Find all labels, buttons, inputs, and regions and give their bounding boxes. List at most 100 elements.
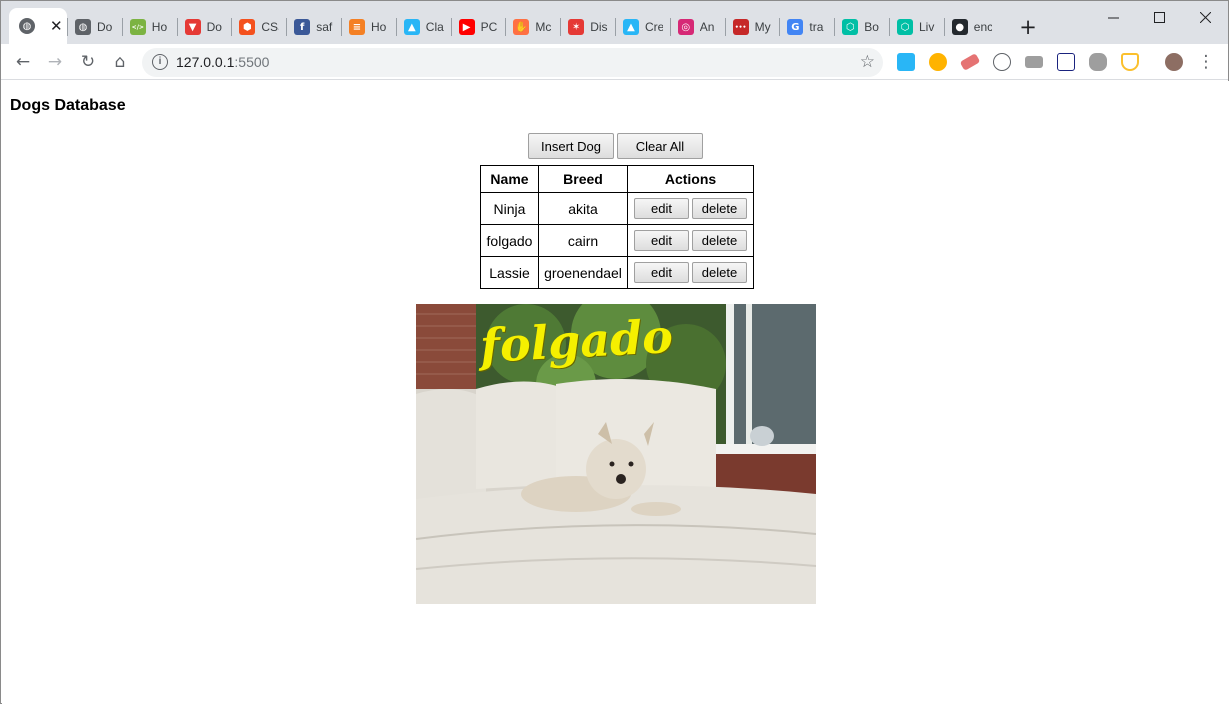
table-row: folgado cairn edit delete [480,224,754,257]
tab-title: CSS [261,20,279,34]
eraser-extension-icon[interactable] [959,53,981,71]
youtube-icon: ▶ [458,19,475,35]
stackoverflow-icon: ≡ [349,19,365,35]
address-bar[interactable]: i 127.0.0.1:5500 ☆ [142,48,883,77]
tab-separator [615,18,616,36]
tab-title: An [699,20,715,34]
browser-tab[interactable]: ✶ Dis [568,10,614,44]
actions-cell: edit delete [627,192,754,225]
tab-title: Cla [425,20,444,34]
dog-name-cell: folgado [480,224,539,257]
tab-title: Cre [645,20,663,34]
dots-icon: ••• [732,19,749,35]
browser-tab[interactable]: ● enc [951,10,998,44]
emoji-extension-icon[interactable] [929,53,947,71]
globe-icon: ◍ [75,19,91,35]
column-header-breed: Breed [538,165,628,193]
edit-button[interactable]: edit [634,230,689,251]
gitlab-like-icon: ▼ [184,19,201,35]
browser-window: ◍ ✕ ◍ Do </> Ho ▼ Do ⬢ CSS fsaf ≡ Ho ▲ Cla ▶ PC ✋ Mc ✶ Dis… [0,0,1229,704]
browser-tab[interactable]: ••• My [732,10,779,44]
maximize-button[interactable] [1136,6,1182,28]
database-extension-icon[interactable] [1089,53,1107,71]
browser-tab[interactable]: ⬢ CSS [239,10,285,44]
browser-tab[interactable]: ◎ An [677,10,724,44]
menu-icon[interactable]: ⋮ [1194,51,1218,73]
dogs-table: Name Breed Actions Ninja akita edit dele… [480,165,754,289]
tab-separator [450,18,452,36]
google-icon: G [787,19,804,35]
tab-title: Bo [864,20,879,34]
avatar[interactable] [1165,53,1183,71]
tab-title: Do [97,20,113,34]
css-shield-icon: ⬢ [239,19,256,35]
insert-dog-button[interactable]: Insert Dog [528,133,614,159]
figure-icon: ✶ [568,19,585,35]
dog-name-cell: Lassie [480,256,539,289]
tab-separator [286,18,288,36]
tab-separator [176,18,178,36]
tab-title: Mc [535,20,552,34]
graduation-cap-icon: ▲ [623,19,639,35]
dog-breed-cell: akita [538,192,628,225]
clear-all-button[interactable]: Clear All [617,133,703,159]
tab-separator [121,18,123,36]
browser-tab[interactable]: ⬡ Liv [897,10,943,44]
hexagon-icon: ⬡ [842,19,859,35]
dog-breed-cell: groenendael [538,256,628,289]
globe-icon: ◍ [19,18,35,34]
notion-extension-icon[interactable] [1057,53,1075,71]
extension-icon[interactable] [897,53,915,71]
tab-separator [889,18,890,36]
table-row: Ninja akita edit delete [480,192,754,225]
edit-button[interactable]: edit [634,262,689,283]
tab-separator [943,18,945,36]
tab-separator [67,18,68,36]
dog-name-cell: Ninja [480,192,539,225]
dog-photo: folgado [416,304,816,604]
back-button[interactable]: ← [11,51,35,73]
delete-button[interactable]: delete [692,198,747,219]
browser-toolbar: ← → ↻ ⌂ i 127.0.0.1:5500 ☆ ⋮ [1,44,1228,80]
code-extension-icon[interactable] [993,53,1011,71]
tab-title: Ho [151,20,168,34]
tab-title: tra [809,20,824,34]
camera-extension-icon[interactable] [1025,56,1043,68]
browser-tab[interactable]: ▲ Cre [623,10,669,44]
graduation-cap-icon: ▲ [403,19,420,35]
tab-active[interactable]: ◍ ✕ [9,8,67,44]
bookmark-star-icon[interactable]: ☆ [860,52,875,72]
minimize-button[interactable] [1090,6,1136,28]
code-icon: </> [129,19,146,35]
browser-tab[interactable]: ✋ Mc [513,10,559,44]
browser-tab[interactable]: ▲ Cla [403,10,450,44]
close-window-button[interactable] [1182,6,1228,28]
reload-button[interactable]: ↻ [76,51,100,73]
edit-button[interactable]: edit [634,198,689,219]
delete-button[interactable]: delete [692,230,747,251]
browser-tab[interactable]: ⬡ Bo [842,10,888,44]
info-icon[interactable]: i [152,54,168,70]
browser-tab[interactable]: ▶ PC [458,10,505,44]
tab-title: Dis [590,20,608,34]
browser-tab[interactable]: ≡ Ho [349,10,395,44]
browser-tab[interactable]: ▼ Do [184,10,231,44]
tab-title: My [754,20,771,34]
hand-icon: ✋ [513,19,530,35]
close-tab-icon[interactable]: ✕ [50,17,63,35]
shield-extension-icon[interactable] [1121,53,1139,71]
column-header-name: Name [480,165,539,193]
tab-strip: ◍ ✕ ◍ Do </> Ho ▼ Do ⬢ CSS fsaf ≡ Ho ▲ Cla ▶ PC ✋ Mc ✶ Dis… [1,1,1228,44]
browser-tab[interactable]: ◍ Do [75,10,121,44]
tab-title: saf [316,20,333,34]
facebook-icon: f [294,19,311,35]
new-tab-button[interactable]: + [1016,15,1040,39]
forward-button[interactable]: → [43,51,67,73]
browser-tab[interactable]: f saf [294,10,340,44]
browser-tab[interactable]: Gtra [787,10,833,44]
tab-title: Liv [919,20,935,34]
browser-tab[interactable]: </> Ho [129,10,176,44]
actions-cell: edit delete [627,224,754,257]
home-button[interactable]: ⌂ [108,51,132,73]
delete-button[interactable]: delete [692,262,747,283]
